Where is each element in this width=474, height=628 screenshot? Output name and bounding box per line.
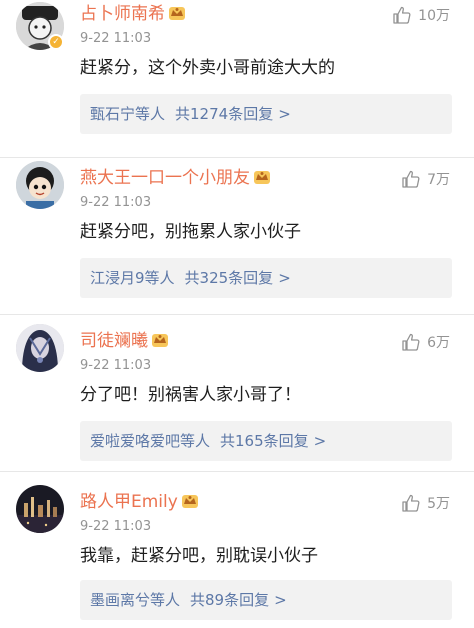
chevron-right-icon: > <box>313 432 327 450</box>
verified-badge-icon: ✓ <box>48 34 64 50</box>
comment-username[interactable]: 占卜师南希 <box>80 3 186 25</box>
thumbs-up-icon <box>402 333 420 351</box>
avatar-image <box>16 161 64 209</box>
like-count: 6万 <box>427 335 450 351</box>
thumbs-up-icon <box>402 494 420 512</box>
replies-link[interactable]: 爱啦爱咯爱吧等人 共165条回复 > <box>80 421 452 461</box>
comment-item: 燕大王一口一个小朋友 9-22 11:03 7万 赶紧分吧，别拖累人家小伙子 江… <box>0 157 474 314</box>
username-text[interactable]: 占卜师南希 <box>80 4 165 24</box>
comment-time: 9-22 11:03 <box>80 31 152 46</box>
reply-count: 共165条回复 <box>220 432 309 450</box>
chevron-right-icon: > <box>274 591 287 609</box>
reply-users: 墨画离兮等人 <box>90 591 181 609</box>
chevron-right-icon: > <box>278 105 291 123</box>
comment-feed: ✓ 占卜师南希 9-22 11:03 10万 赶紧分，这个外卖小哥前途大大的 甄… <box>0 0 474 628</box>
comment-time: 9-22 11:03 <box>80 358 152 373</box>
replies-link[interactable]: 墨画离兮等人 共89条回复 > <box>80 580 452 620</box>
avatar-image <box>16 324 64 372</box>
like-count: 10万 <box>418 8 450 24</box>
like-count: 7万 <box>427 172 450 188</box>
comment-item: 司徒斓曦 9-22 11:03 6万 分了吧！别祸害人家小哥了！ 爱啦爱咯爱吧等… <box>0 314 474 471</box>
comment-username[interactable]: 路人甲Emily <box>80 491 199 513</box>
reply-count: 共89条回复 <box>190 591 270 609</box>
username-text[interactable]: 司徒斓曦 <box>80 331 148 351</box>
username-text[interactable]: 路人甲Emily <box>80 492 178 512</box>
comment-item: ✓ 占卜师南希 9-22 11:03 10万 赶紧分，这个外卖小哥前途大大的 甄… <box>0 0 474 157</box>
comment-time: 9-22 11:03 <box>80 519 152 534</box>
avatar[interactable] <box>16 324 64 372</box>
comment-username[interactable]: 燕大王一口一个小朋友 <box>80 167 271 189</box>
comment-text: 分了吧！别祸害人家小哥了！ <box>80 385 301 405</box>
thumbs-up-icon <box>393 6 411 24</box>
reply-count: 共325条回复 <box>184 269 274 287</box>
vip-crown-icon <box>151 332 169 348</box>
like-button[interactable]: 7万 <box>401 168 450 190</box>
vip-crown-icon <box>181 493 199 509</box>
comment-username[interactable]: 司徒斓曦 <box>80 330 169 352</box>
reply-users: 甄石宁等人 <box>90 105 166 123</box>
like-button[interactable]: 10万 <box>392 4 450 26</box>
avatar[interactable] <box>16 485 64 533</box>
comment-text: 赶紧分吧，别拖累人家小伙子 <box>80 222 301 242</box>
vip-crown-icon <box>168 5 186 21</box>
reply-count: 共1274条回复 <box>175 105 274 123</box>
comment-time: 9-22 11:03 <box>80 195 152 210</box>
comment-item: 路人甲Emily 9-22 11:03 5万 我靠，赶紧分吧，别耽误小伙子 墨画… <box>0 471 474 628</box>
like-count: 5万 <box>427 496 450 512</box>
like-button[interactable]: 6万 <box>401 331 450 353</box>
like-button[interactable]: 5万 <box>401 492 450 514</box>
replies-link[interactable]: 甄石宁等人 共1274条回复 > <box>80 94 452 134</box>
comment-text: 我靠，赶紧分吧，别耽误小伙子 <box>80 546 318 566</box>
comment-text: 赶紧分，这个外卖小哥前途大大的 <box>80 58 335 78</box>
vip-crown-icon <box>253 169 271 185</box>
replies-link[interactable]: 江浸月9等人 共325条回复 > <box>80 258 452 298</box>
thumbs-up-icon <box>402 170 420 188</box>
username-text[interactable]: 燕大王一口一个小朋友 <box>80 168 250 188</box>
avatar-image <box>16 485 64 533</box>
chevron-right-icon: > <box>278 269 291 287</box>
avatar[interactable] <box>16 161 64 209</box>
reply-users: 江浸月9等人 <box>90 269 175 287</box>
reply-users: 爱啦爱咯爱吧等人 <box>90 432 211 450</box>
